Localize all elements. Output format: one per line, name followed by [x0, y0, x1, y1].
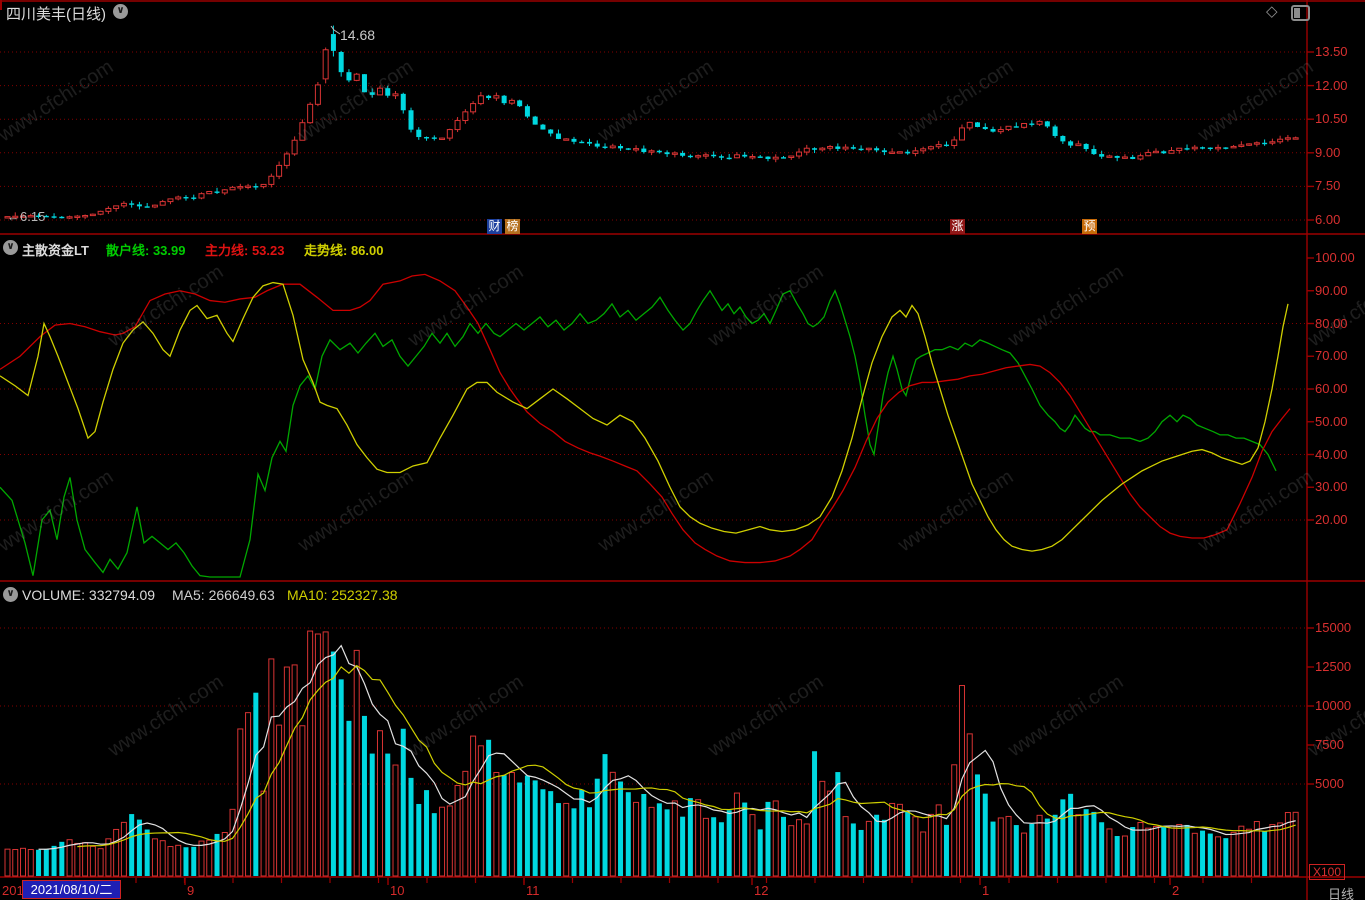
y-axis-tick-label: 10.50: [1315, 111, 1348, 127]
month-label: 11: [526, 883, 540, 898]
y-axis-tick-label: 90.00: [1315, 282, 1348, 298]
y-axis-tick-label: 12.00: [1315, 77, 1348, 93]
y-axis-tick-label: 13.50: [1315, 44, 1348, 59]
legend-ma10: MA10: 252327.38: [287, 587, 398, 603]
y-axis-tick-label: 15000: [1315, 620, 1352, 635]
collapse-chevron-icon[interactable]: ∨: [113, 4, 128, 19]
month-label: 1: [982, 883, 990, 898]
legend-main-line: 主力线: 53.23: [205, 243, 285, 258]
candles-group: [4, 25, 1299, 221]
month-label: 12: [754, 883, 769, 898]
y-axis-tick-label: 6.00: [1315, 212, 1341, 227]
diamond-icon[interactable]: ◇: [1266, 2, 1278, 20]
split-panel-icon-fill: [1294, 8, 1300, 18]
indicator-name: 主散资金LT: [22, 243, 89, 258]
badge-finance[interactable]: 财: [487, 219, 502, 234]
chart-canvas[interactable]: [0, 0, 1365, 900]
split-panel-icon[interactable]: [1291, 5, 1310, 21]
volume-unit-label: X100: [1309, 864, 1346, 880]
y-axis-tick-label: 7500: [1315, 737, 1344, 752]
y-axis-tick-label: 80.00: [1315, 315, 1348, 331]
y-axis-tick-label: 70.00: [1315, 348, 1348, 364]
month-label: 9: [187, 883, 195, 898]
stock-chart-window: www.cfchi.com www.cfchi.com www.cfchi.com w…: [0, 0, 1365, 900]
legend-ma5: MA5: 266649.63: [172, 587, 275, 603]
panel-frame: [0, 0, 1365, 900]
indicator-line-走势线: [0, 281, 1289, 552]
legend-volume: VOLUME: 332794.09: [22, 587, 156, 603]
y-axis-tick-label: 9.00: [1315, 144, 1341, 160]
price-high-annotation: 14.68: [340, 27, 376, 43]
period-label[interactable]: 日线: [1328, 884, 1354, 900]
y-axis-tick-label: 7.50: [1315, 178, 1341, 194]
stock-title: 四川美丰(日线): [6, 6, 106, 23]
y-axis-tick-label: 20.00: [1315, 512, 1348, 527]
y-axis-tick-label: 30.00: [1315, 479, 1348, 495]
gridlines: [0, 51, 1307, 785]
indicator-lines: [0, 273, 1291, 578]
y-axis-tick-label: 60.00: [1315, 381, 1348, 396]
legend-trend-line: 走势线: 86.00: [304, 243, 384, 258]
date-clipped-text: 201: [2, 883, 24, 898]
y-axis-tick-label: 5000: [1315, 776, 1344, 791]
indicator-collapse-chevron-icon[interactable]: ∨: [3, 240, 18, 255]
badge-rank[interactable]: 榜: [505, 219, 520, 234]
price-low-annotation: ←6.15: [7, 209, 46, 224]
legend-retail-line: 散户线: 33.99: [106, 243, 186, 258]
y-axis-tick-label: 12500: [1315, 659, 1352, 674]
badge-forecast[interactable]: 预: [1082, 219, 1097, 234]
volume-collapse-chevron-icon[interactable]: ∨: [3, 587, 18, 602]
month-label: 10: [390, 883, 405, 898]
y-axis-tick-label: 100.00: [1315, 250, 1355, 265]
indicator-line-散户线: [0, 289, 1277, 578]
month-label: 2: [1172, 883, 1180, 898]
volume-bars-group: [4, 630, 1299, 877]
indicator-line-主力线: [0, 273, 1291, 564]
y-axis-tick-label: 40.00: [1315, 446, 1348, 462]
y-axis-tick-label: 10000: [1315, 698, 1352, 713]
selected-date-box: 2021/08/10/二: [22, 880, 121, 899]
badge-rise[interactable]: 涨: [950, 219, 965, 234]
date-ticks: [135, 878, 1253, 885]
y-axis-tick-label: 50.00: [1315, 413, 1348, 429]
